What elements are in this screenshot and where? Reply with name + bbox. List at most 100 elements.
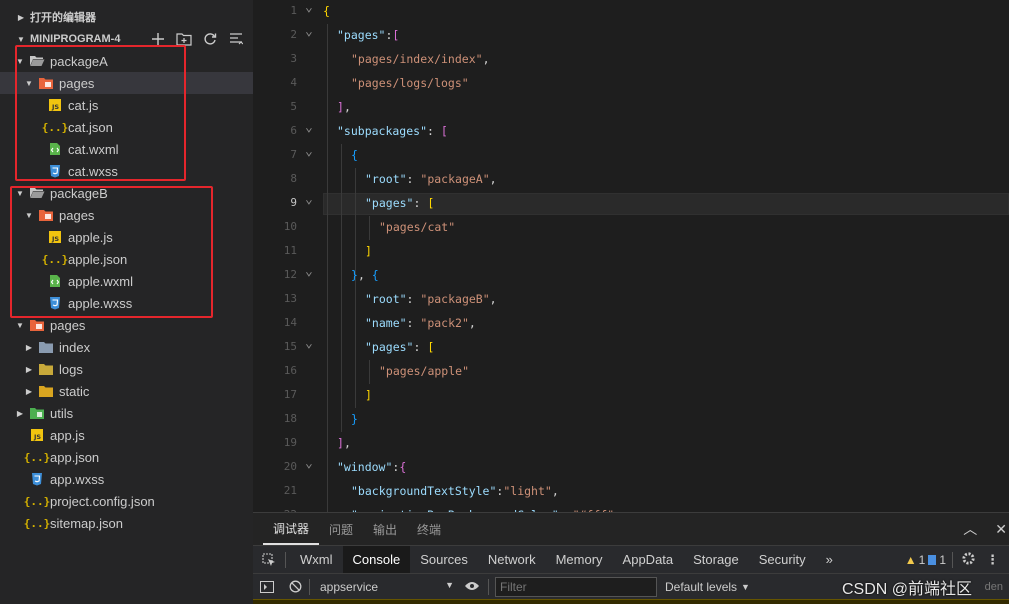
tree-item-static[interactable]: ▶ static: [0, 380, 253, 402]
levels-dropdown[interactable]: Default levels ▼: [665, 580, 750, 594]
folder-icon: [38, 339, 54, 355]
collapse-all-icon[interactable]: [227, 30, 245, 48]
code-token: "window": [337, 460, 393, 474]
line-number: 13: [283, 292, 297, 305]
code-token: "pages": [365, 196, 414, 210]
tab-output[interactable]: 输出: [363, 513, 407, 545]
close-icon[interactable]: ✕: [995, 521, 1007, 538]
chevron-up-icon[interactable]: ︿: [963, 519, 977, 539]
tree-item-project-config-json[interactable]: {..} project.config.json: [0, 490, 253, 512]
tree-item-app-json[interactable]: {..} app.json: [0, 446, 253, 468]
code-token: "light": [503, 484, 552, 498]
tree-item-index[interactable]: ▶ index: [0, 336, 253, 358]
panel-tab-network[interactable]: Network: [478, 546, 546, 574]
js-file-icon: JS: [29, 427, 45, 443]
sidebar-toggle-icon[interactable]: [253, 580, 281, 593]
code-line[interactable]: {: [351, 148, 358, 162]
code-line[interactable]: "pages": [: [365, 196, 434, 210]
fold-chevron-icon[interactable]: ⌄: [305, 24, 313, 39]
tree-item-label: project.config.json: [50, 493, 155, 509]
code-line[interactable]: }: [351, 412, 358, 426]
code-token: ]: [337, 100, 344, 114]
code-line[interactable]: "pages":[: [337, 28, 399, 42]
clear-console-icon[interactable]: [281, 580, 309, 593]
line-number: 11: [283, 244, 297, 257]
tab-terminal[interactable]: 终端: [407, 513, 451, 545]
code-token: :: [413, 196, 428, 210]
code-line[interactable]: "root": "packageB",: [365, 292, 497, 306]
refresh-icon[interactable]: [201, 30, 219, 48]
project-title: MINIPROGRAM-4: [30, 33, 121, 45]
code-line[interactable]: }, {: [351, 268, 379, 282]
panel-tab-storage[interactable]: Storage: [683, 546, 749, 574]
info-icon[interactable]: [928, 554, 937, 565]
code-line[interactable]: "window":{: [337, 460, 406, 474]
code-line[interactable]: "subpackages": [: [337, 124, 448, 138]
code-token: :: [413, 340, 428, 354]
svg-text:JS: JS: [33, 433, 41, 441]
tree-item-label: app.js: [50, 427, 85, 443]
line-number: 12: [283, 268, 297, 281]
fold-chevron-icon[interactable]: ⌄: [305, 264, 313, 279]
fold-chevron-icon[interactable]: ⌄: [305, 336, 313, 351]
code-line[interactable]: "name": "pack2",: [365, 316, 476, 330]
code-line[interactable]: "root": "packageA",: [365, 172, 497, 186]
settings-gear-icon[interactable]: [961, 551, 976, 569]
panel-tab-security[interactable]: Security: [749, 546, 816, 574]
code-line[interactable]: ]: [365, 244, 372, 258]
code-token: "subpackages": [337, 124, 428, 138]
code-line[interactable]: "pages/cat": [379, 220, 455, 234]
code-token: [: [392, 28, 400, 42]
code-line[interactable]: ],: [337, 100, 351, 114]
context-select[interactable]: appservice ▼: [318, 580, 458, 594]
code-token: "packageA": [420, 172, 490, 186]
code-token: ]: [365, 388, 372, 402]
code-token: :: [427, 124, 441, 138]
fold-chevron-icon[interactable]: ⌄: [305, 456, 313, 471]
filter-input[interactable]: [495, 576, 657, 597]
indent-guide: [369, 216, 370, 240]
code-token: "pages/index/index": [351, 52, 483, 66]
panel-tab-sources[interactable]: Sources: [410, 546, 478, 574]
code-editor[interactable]: 1 ⌄{2 ⌄ "pages":[3 "pages/index/index", 4 "pag…: [253, 0, 1009, 512]
tree-item-app-wxss[interactable]: app.wxss: [0, 468, 253, 490]
line-number: 3: [290, 52, 297, 65]
code-line[interactable]: {: [323, 4, 330, 18]
code-line[interactable]: "pages/apple": [379, 364, 469, 378]
code-token: [: [427, 196, 435, 210]
code-line[interactable]: ],: [337, 436, 351, 450]
fold-chevron-icon[interactable]: ⌄: [305, 120, 313, 135]
more-options-icon[interactable]: ⋮: [986, 552, 999, 568]
json-file-icon: {..}: [23, 450, 51, 464]
code-token: :: [406, 172, 421, 186]
tree-item-logs[interactable]: ▶ logs: [0, 358, 253, 380]
open-editors-header[interactable]: ▶ 打开的编辑器: [0, 6, 253, 28]
code-line[interactable]: "backgroundTextStyle":"light",: [351, 484, 559, 498]
tree-item-sitemap-json[interactable]: {..} sitemap.json: [0, 512, 253, 534]
tree-item-label: app.wxss: [50, 471, 105, 487]
warning-icon[interactable]: ▲: [905, 553, 917, 567]
inspect-element-icon[interactable]: [253, 552, 285, 567]
code-line[interactable]: "pages/index/index",: [351, 52, 490, 66]
fold-chevron-icon[interactable]: ⌄: [305, 144, 313, 159]
code-token: "name": [365, 316, 407, 330]
line-number: 17: [283, 388, 297, 401]
panel-tab-console[interactable]: Console: [342, 545, 411, 574]
panel-tab-appdata[interactable]: AppData: [613, 546, 684, 574]
tab-debugger[interactable]: 调试器: [263, 513, 320, 545]
more-tabs-button[interactable]: »: [816, 546, 843, 574]
tree-item-label: app.json: [50, 449, 100, 465]
fold-chevron-icon[interactable]: ⌄: [305, 0, 313, 15]
panel-tab-wxml[interactable]: Wxml: [290, 546, 343, 574]
panel-tab-memory[interactable]: Memory: [546, 546, 613, 574]
code-line[interactable]: "pages/logs/logs": [351, 76, 469, 90]
tree-item-utils[interactable]: ▶ utils: [0, 402, 253, 424]
code-line[interactable]: "pages": [: [365, 340, 434, 354]
tab-problems[interactable]: 问题: [319, 513, 363, 545]
fold-chevron-icon[interactable]: ⌄: [305, 192, 313, 207]
line-number: 20: [283, 460, 297, 473]
eye-icon[interactable]: [464, 580, 480, 594]
tree-item-app-js[interactable]: JS app.js: [0, 424, 253, 446]
code-token: "root": [365, 292, 407, 306]
code-line[interactable]: ]: [365, 388, 372, 402]
